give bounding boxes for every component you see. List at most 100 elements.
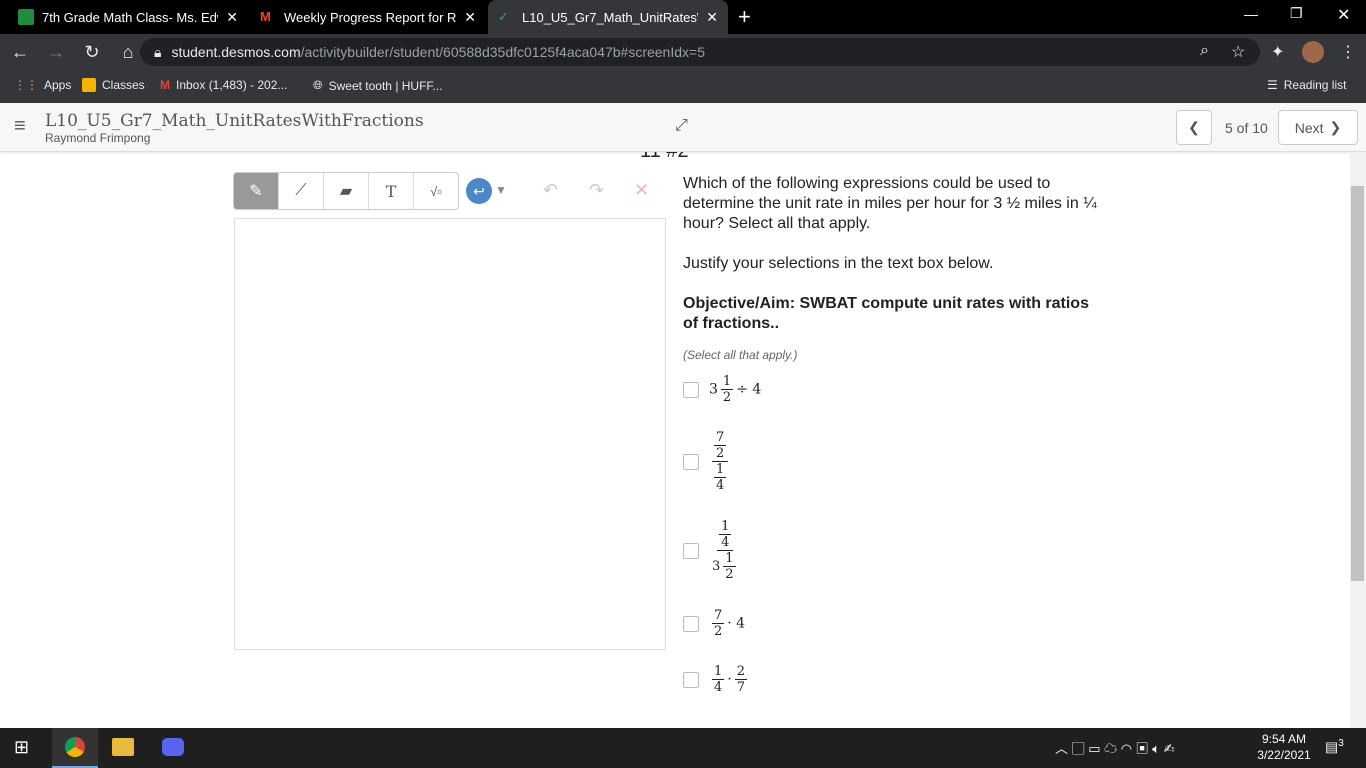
numerator: 1 bbox=[712, 664, 725, 680]
numerator: 7 bbox=[714, 430, 727, 446]
minimize-button[interactable]: — bbox=[1244, 6, 1258, 22]
tab-gmail[interactable]: MWeekly Progress Report for Raym✕ bbox=[250, 0, 486, 34]
caret-down-icon[interactable]: ▼ bbox=[495, 183, 507, 197]
next-button[interactable]: Next ❯ bbox=[1278, 110, 1358, 145]
numerator: 1 bbox=[720, 374, 734, 390]
notifications-icon[interactable]: ▤3 bbox=[1325, 738, 1344, 756]
close-icon[interactable]: ✕ bbox=[226, 9, 238, 26]
question-prompt: Which of the following expressions could… bbox=[683, 174, 1103, 365]
forward-button[interactable]: → bbox=[40, 42, 72, 63]
classroom-icon bbox=[82, 78, 96, 92]
checkbox[interactable] bbox=[683, 453, 699, 470]
student-name: Raymond Frimpong bbox=[45, 131, 151, 145]
taskbar: ⊞ ︿ ▢ ▭ ☁ ◠ ▣ 🔈︎ ✍︎ 9:54 AM 3/22/2021 ▤3 bbox=[0, 728, 1366, 768]
undo-icon[interactable]: ↶ bbox=[543, 180, 558, 201]
checkbox[interactable] bbox=[683, 671, 699, 688]
fullscreen-icon[interactable]: ⤢ bbox=[675, 117, 688, 135]
choice-4[interactable]: 7 2 · 4 bbox=[683, 608, 745, 639]
bookmarks-bar: ⋮⋮ Apps Classes M Inbox (1,483) - 202... 🌐… bbox=[0, 70, 1366, 103]
tab-classroom[interactable]: 7th Grade Math Class- Ms. Edwar ✕ bbox=[8, 0, 248, 34]
denominator: 7 bbox=[736, 680, 746, 695]
discord-icon[interactable] bbox=[162, 738, 184, 756]
close-icon[interactable]: ✕ bbox=[464, 9, 476, 26]
color-picker-button[interactable]: ↩ bbox=[466, 178, 492, 204]
system-tray-icons[interactable]: ︿ ▢ ▭ ☁ ◠ ▣ 🔈︎ ✍︎ bbox=[1055, 738, 1175, 757]
chevron-right-icon: ❯ bbox=[1329, 119, 1342, 135]
chrome-icon bbox=[65, 737, 85, 757]
choice-2[interactable]: 7214 bbox=[683, 430, 731, 493]
sketch-toolbar: ✎ ⟋ ▰ T √▫ bbox=[233, 172, 459, 210]
star-icon[interactable]: ☆ bbox=[1231, 42, 1245, 62]
redo-icon[interactable]: ↷ bbox=[589, 180, 604, 201]
denominator: 2 bbox=[714, 624, 723, 639]
eraser-icon: ▰ bbox=[339, 183, 353, 200]
zoom-icon[interactable]: ⌕ bbox=[1200, 42, 1209, 60]
line-icon: ⟋ bbox=[295, 182, 307, 199]
pencil-tool[interactable]: ✎ bbox=[234, 173, 279, 209]
address-bar[interactable]: 🔒︎ student.desmos.com/activitybuilder/stu… bbox=[140, 38, 1260, 66]
operation: · 4 bbox=[727, 615, 746, 632]
activity-header: ≡ L10_U5_Gr7_Math_UnitRatesWithFractions… bbox=[0, 103, 1366, 152]
bookmark-inbox[interactable]: M Inbox (1,483) - 202... bbox=[160, 78, 287, 92]
denominator: 2 bbox=[722, 390, 732, 405]
justify-text: Justify your selections in the text box … bbox=[683, 255, 994, 272]
sqrt-icon: √▫ bbox=[430, 183, 442, 199]
extensions-icon[interactable]: ✦ bbox=[1271, 42, 1284, 62]
numerator: 1 bbox=[714, 462, 727, 478]
notification-count: 3 bbox=[1338, 738, 1344, 749]
checkbox[interactable] bbox=[683, 615, 699, 632]
new-tab-button[interactable]: + bbox=[738, 4, 751, 30]
sketch-canvas[interactable] bbox=[234, 218, 666, 650]
chrome-taskbar-button[interactable] bbox=[52, 728, 98, 768]
desmos-icon: ✓ bbox=[498, 9, 509, 24]
line-tool[interactable]: ⟋ bbox=[279, 173, 324, 209]
date: 3/22/2021 bbox=[1257, 748, 1311, 762]
clear-icon[interactable]: ✕ bbox=[634, 180, 649, 201]
file-explorer-icon[interactable] bbox=[112, 738, 134, 756]
math-tool[interactable]: √▫ bbox=[414, 173, 458, 209]
whole: 3 bbox=[712, 559, 721, 574]
pencil-icon: ✎ bbox=[249, 183, 263, 200]
gmail-icon: M bbox=[160, 78, 170, 92]
text-icon: T bbox=[385, 181, 397, 201]
select-hint: (Select all that apply.) bbox=[683, 348, 798, 362]
avatar[interactable] bbox=[1302, 41, 1324, 63]
checkbox[interactable] bbox=[683, 381, 699, 398]
choice-5[interactable]: 1 4 · 2 7 bbox=[683, 664, 750, 695]
numerator: 1 bbox=[719, 519, 732, 535]
checkbox[interactable] bbox=[683, 542, 699, 559]
denominator: 4 bbox=[721, 535, 730, 550]
hamburger-menu-icon[interactable]: ≡ bbox=[14, 115, 26, 138]
scrollbar-thumb[interactable] bbox=[1351, 186, 1364, 581]
reading-list-icon: ☰ bbox=[1267, 78, 1278, 92]
menu-icon[interactable]: ⋮ bbox=[1340, 42, 1356, 62]
restore-button[interactable]: ❐ bbox=[1290, 5, 1303, 22]
reading-list-button[interactable]: ☰ Reading list bbox=[1267, 78, 1346, 92]
time: 9:54 AM bbox=[1261, 732, 1307, 746]
operation: ÷ 4 bbox=[736, 381, 762, 398]
denominator: 4 bbox=[714, 680, 723, 695]
whole: 3 bbox=[709, 381, 718, 398]
gmail-icon: M bbox=[260, 9, 271, 24]
close-icon[interactable]: ✕ bbox=[706, 9, 718, 26]
choice-3[interactable]: 14312 bbox=[683, 519, 742, 582]
operation: · bbox=[727, 671, 732, 688]
close-window-button[interactable]: ✕ bbox=[1337, 5, 1350, 25]
bookmark-classes[interactable]: Classes bbox=[82, 78, 145, 92]
reload-button[interactable]: ↻ bbox=[76, 42, 108, 63]
previous-button[interactable]: ❮ bbox=[1176, 110, 1212, 145]
tab-desmos[interactable]: ✓L10_U5_Gr7_Math_UnitRatesWith✕ bbox=[488, 0, 728, 34]
apps-grid-icon: ⋮⋮ bbox=[14, 78, 38, 92]
text-tool[interactable]: T bbox=[369, 173, 414, 209]
choice-1[interactable]: 3 1 2 ÷ 4 bbox=[683, 374, 761, 405]
numerator: 1 bbox=[723, 551, 736, 567]
eraser-tool[interactable]: ▰ bbox=[324, 173, 369, 209]
back-button[interactable]: ← bbox=[4, 42, 36, 63]
activity-title: L10_U5_Gr7_Math_UnitRatesWithFractions bbox=[45, 111, 424, 131]
windows-start-icon[interactable]: ⊞ bbox=[14, 737, 29, 758]
bookmark-apps[interactable]: ⋮⋮ Apps bbox=[14, 78, 71, 92]
bookmark-sweet-tooth[interactable]: 🌐︎ Sweet tooth | HUFF... bbox=[313, 78, 442, 93]
objective-text: Objective/Aim: SWBAT compute unit rates … bbox=[683, 295, 1089, 332]
clock[interactable]: 9:54 AM 3/22/2021 bbox=[1254, 732, 1314, 762]
globe-icon: 🌐︎ bbox=[313, 78, 323, 92]
